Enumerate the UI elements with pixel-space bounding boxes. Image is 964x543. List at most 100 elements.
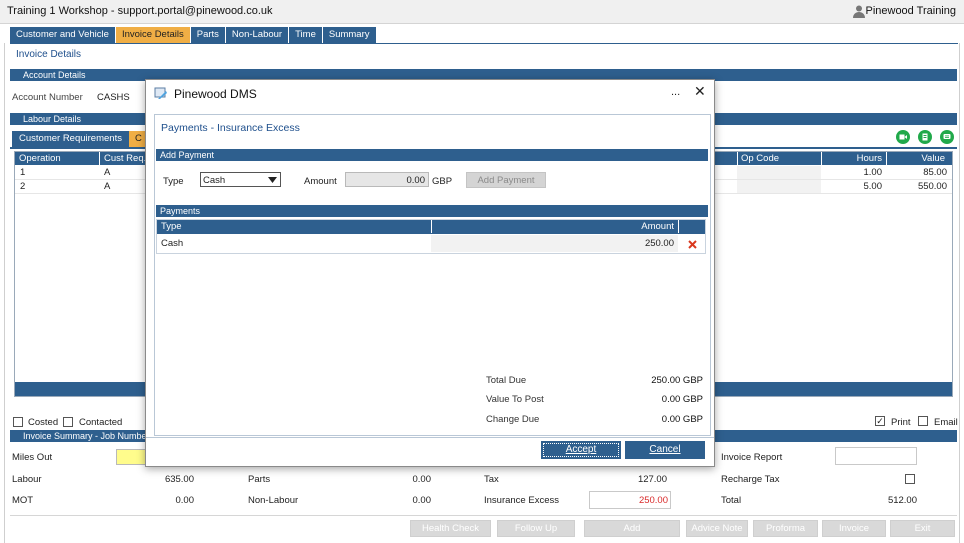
tab-time[interactable]: Time (289, 27, 322, 43)
tab-non-labour[interactable]: Non-Labour (225, 27, 289, 43)
col-op-code[interactable]: Op Code (737, 152, 821, 165)
add-payment-button[interactable]: Add Payment (466, 172, 546, 188)
email-checkbox[interactable] (918, 416, 928, 426)
tax-label: Tax (484, 474, 499, 485)
delete-icon[interactable] (688, 240, 697, 249)
row-cust-req: A (104, 167, 111, 178)
total-due-label: Total Due (486, 375, 527, 386)
payments-grid: Type Amount Cash 250.00 (156, 219, 706, 254)
payment-row-type: Cash (161, 238, 184, 249)
total-label: Total (721, 495, 742, 506)
change-due-label: Change Due (486, 414, 540, 425)
follow-up-button[interactable]: Follow Up (497, 520, 575, 537)
health-check-button[interactable]: Health Check (410, 520, 491, 537)
row-operation: 2 (20, 181, 26, 192)
exit-button[interactable]: Exit (890, 520, 955, 537)
dialog-title: Pinewood DMS (174, 87, 257, 101)
payment-row-amount: 250.00 (644, 238, 674, 249)
change-due-value: 0.00 GBP (661, 414, 703, 425)
col-payment-type[interactable]: Type (161, 220, 182, 233)
row-value: 550.00 (917, 181, 947, 192)
video-icon[interactable] (896, 130, 910, 144)
row-hours: 1.00 (863, 167, 883, 178)
row-hours: 5.00 (863, 181, 883, 192)
tab-invoice-details[interactable]: Invoice Details (115, 27, 190, 43)
contacted-checkbox[interactable] (63, 417, 73, 427)
proforma-button[interactable]: Proforma (753, 520, 818, 537)
total-due-value: 250.00 GBP (651, 375, 703, 386)
app-icon (154, 87, 167, 99)
miles-out-label: Miles Out (12, 452, 53, 463)
payment-type-label: Type (163, 176, 184, 187)
accept-button[interactable]: Accept (541, 441, 621, 459)
account-number-label: Account Number (12, 92, 83, 103)
recharge-tax-label: Recharge Tax (721, 474, 780, 485)
close-icon[interactable]: ✕ (694, 83, 706, 100)
total-value: 512.00 (887, 495, 917, 506)
non-labour-value: 0.00 (412, 495, 432, 506)
window-title: Training 1 Workshop - support.portal@pin… (7, 5, 273, 17)
value-to-post-label: Value To Post (486, 394, 544, 405)
amount-label: Amount (304, 176, 337, 187)
mot-value: 0.00 (175, 495, 195, 506)
row-value: 85.00 (923, 167, 947, 178)
tab-customer-requirements[interactable]: Customer Requirements (12, 131, 129, 147)
col-payment-amount[interactable]: Amount (431, 220, 678, 233)
parts-value: 0.00 (412, 474, 432, 485)
tab-summary[interactable]: Summary (322, 27, 376, 43)
amount-value: 0.00 (406, 175, 426, 186)
costed-checkbox[interactable] (13, 417, 23, 427)
value-to-post-value: 0.00 GBP (661, 394, 703, 405)
user-icon (853, 5, 865, 18)
recharge-tax-checkbox[interactable] (905, 474, 915, 484)
col-cust-req[interactable]: Cust Req. (99, 152, 146, 165)
payment-row-amount-cell: 250.00 (431, 235, 678, 252)
dialog-content: Payments - Insurance Excess Add Payment … (154, 114, 711, 436)
print-label: Print (891, 417, 911, 428)
main-tabs: Customer and Vehicle Invoice Details Par… (10, 27, 377, 43)
right-border (959, 43, 960, 543)
payments-dialog: Pinewood DMS ... ✕ Payments - Insurance … (145, 79, 715, 467)
labour-label: Labour (12, 474, 42, 485)
chevron-down-icon (268, 177, 277, 183)
miles-out-input[interactable] (116, 449, 146, 465)
col-hours[interactable]: Hours (821, 152, 886, 165)
col-actions (678, 220, 705, 233)
payment-type-value: Cash (203, 175, 226, 186)
print-checkbox[interactable]: ✓ (875, 416, 885, 426)
payments-grid-header: Type Amount (157, 220, 705, 234)
tab-underline (10, 43, 958, 44)
email-label: Email (934, 417, 958, 428)
table-row[interactable]: Cash 250.00 (157, 235, 705, 253)
invoice-button[interactable]: Invoice (822, 520, 886, 537)
contacted-label: Contacted (79, 417, 123, 428)
message-icon[interactable] (940, 130, 954, 144)
advice-note-button[interactable]: Advice Note (686, 520, 748, 537)
insurance-excess-value: 250.00 (638, 495, 668, 506)
payment-type-select[interactable]: Cash (200, 172, 281, 187)
amount-input[interactable]: 0.00 (345, 172, 429, 187)
add-button[interactable]: Add (584, 520, 680, 537)
invoice-report-input[interactable] (835, 447, 917, 465)
col-operation[interactable]: Operation (19, 152, 61, 165)
left-border (4, 43, 5, 543)
row-cust-req: A (104, 181, 111, 192)
tab-parts[interactable]: Parts (190, 27, 225, 43)
cancel-button[interactable]: Cancel (625, 441, 705, 459)
add-payment-header: Add Payment (156, 149, 708, 161)
tab-customer-and-vehicle[interactable]: Customer and Vehicle (10, 27, 115, 43)
insurance-excess-field[interactable]: 250.00 (589, 491, 671, 509)
document-icon[interactable] (918, 130, 932, 144)
mot-label: MOT (12, 495, 34, 506)
more-options-icon[interactable]: ... (671, 86, 680, 98)
non-labour-label: Non-Labour (248, 495, 299, 506)
window-title-bar: Training 1 Workshop - support.portal@pin… (0, 0, 964, 24)
currency-label: GBP (432, 176, 453, 187)
dialog-footer-divider (146, 437, 714, 438)
invoice-details-link[interactable]: Invoice Details (16, 49, 81, 60)
tax-value: 127.00 (637, 474, 667, 485)
row-op-code (737, 166, 821, 179)
user-name: Pinewood Training (865, 5, 956, 17)
col-value[interactable]: Value (886, 152, 949, 165)
dialog-heading: Payments - Insurance Excess (161, 122, 300, 134)
